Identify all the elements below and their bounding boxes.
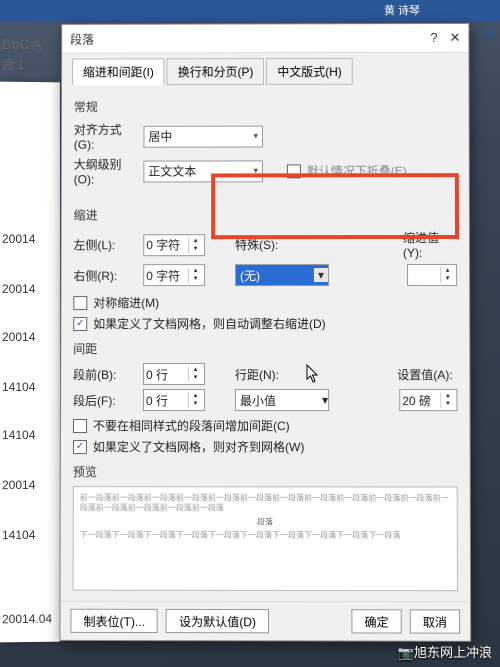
close-button[interactable]: ✕ [450,30,461,46]
tabs-button[interactable]: 制表位(T)... [70,609,158,633]
right-indent-input[interactable]: 0 字符 ▴▾ [143,264,205,286]
line-spacing-select[interactable]: 最小值▾ [235,389,329,411]
chevron-down-icon: ▾ [253,165,258,176]
alignment-label: 对齐方式(G): [74,121,138,152]
style-preview-label: 题 1 [2,56,24,73]
document-page: 20014 20014 20014 14104 14104 20014 1410… [0,82,60,643]
after-input[interactable]: 0 行 ▴▾ [143,389,205,411]
spinner-up-icon[interactable]: ▴ [440,267,454,275]
alignment-select[interactable]: 居中▾ [143,125,263,147]
set-value-input[interactable]: 20 磅 ▴▾ [399,389,457,411]
special-indent-select[interactable]: (无)▾ [235,264,329,286]
no-space-label: 不要在相同样式的段落间增加间距(C) [93,417,290,434]
preview-box: 前一段落前一段落前一段落前一段落前一段落前一段落前一段落前一段落前一段落前一段落… [73,486,458,591]
spinner-up-icon[interactable]: ▴ [188,392,202,400]
group-preview: 预览 [73,463,458,480]
tab-line-page[interactable]: 换行和分页(P) [167,58,265,85]
left-indent-input[interactable]: 0 字符 ▴▾ [143,234,205,256]
doc-text: 20014 [2,282,35,296]
cancel-button[interactable]: 取消 [410,609,460,633]
mouse-cursor-icon [306,364,320,384]
watermark: 📷旭东网上冲浪 [398,642,492,661]
set-default-button[interactable]: 设为默认值(D) [166,609,269,633]
auto-indent-checkbox[interactable] [73,317,87,331]
collapse-checkbox[interactable] [287,164,301,178]
tab-indent-spacing[interactable]: 缩进和间距(I) [72,58,165,85]
dialog-tabs: 缩进和间距(I) 换行和分页(P) 中文版式(H) [62,53,469,85]
dialog-title: 段落 [70,30,94,47]
group-indent: 缩进 [74,206,457,223]
dialog-body: 常规 对齐方式(G): 居中▾ 大纲级别(O): 正文文本▾ 默认情况下折叠(E… [61,84,471,598]
doc-text: 20014 [2,330,35,344]
doc-text: 20014 [2,232,35,246]
snap-grid-label: 如果定义了文档网格，则对齐到网格(W) [93,438,304,455]
spinner-down-icon[interactable]: ▾ [440,400,454,408]
doc-text: 14104 [2,528,35,542]
right-indent-label: 右侧(R): [73,267,137,284]
dialog-titlebar: 段落 ? ✕ [62,24,468,54]
group-general: 常规 [74,97,457,115]
spinner-down-icon[interactable]: ▾ [188,275,202,283]
doc-text: 20014.04 [2,612,52,627]
spinner-up-icon[interactable]: ▴ [440,392,454,400]
mirror-indent-label: 对称缩进(M) [93,294,159,311]
paragraph-dialog: 段落 ? ✕ 缩进和间距(I) 换行和分页(P) 中文版式(H) 常规 对齐方式… [59,23,471,642]
title-bar: 黄 诗琴 [0,0,500,22]
spinner-down-icon[interactable]: ▾ [188,374,202,382]
spinner-down-icon[interactable]: ▾ [188,400,202,408]
no-space-checkbox[interactable] [73,419,87,433]
dialog-footer: 制表位(T)... 设为默认值(D) 确定 取消 [60,601,470,641]
after-label: 段后(F): [73,391,137,408]
doc-text: 20014 [2,478,35,492]
doc-text: 14104 [2,380,35,394]
collapse-label: 默认情况下折叠(E) [307,162,407,179]
user-name: 黄 诗琴 [384,2,420,18]
group-spacing: 间距 [73,340,457,357]
chevron-down-icon: ▾ [254,131,259,142]
doc-text: 14104 [2,428,35,442]
auto-indent-label: 如果定义了文档网格，则自动调整右缩进(D) [93,315,325,332]
spinner-down-icon[interactable]: ▾ [440,275,454,283]
tab-asian[interactable]: 中文版式(H) [266,58,352,85]
special-label: 特殊(S): [235,236,295,253]
before-input[interactable]: 0 行 ▴▾ [143,363,205,385]
chevron-down-icon: ▾ [322,393,328,407]
indent-value-input[interactable]: ▴▾ [407,264,457,286]
indent-value-label: 缩进值(Y): [403,229,457,260]
mirror-indent-checkbox[interactable] [73,296,87,310]
outline-label: 大纲级别(O): [74,156,138,187]
ok-button[interactable]: 确定 [351,609,401,633]
before-label: 段前(B): [73,365,137,382]
spinner-up-icon[interactable]: ▴ [188,267,202,275]
left-indent-label: 左侧(L): [73,236,137,253]
snap-grid-checkbox[interactable] [73,440,87,454]
chevron-down-icon: ▾ [314,268,328,282]
spinner-down-icon[interactable]: ▾ [188,245,202,253]
outline-select[interactable]: 正文文本▾ [143,160,263,182]
style-preview: BbC A [2,36,42,52]
help-button[interactable]: ? [430,30,437,46]
camera-icon: 📷 [398,645,414,660]
line-spacing-label: 行距(N): [235,366,295,383]
spinner-up-icon[interactable]: ▴ [188,366,202,374]
set-value-label: 设置值(A): [397,366,457,383]
spinner-up-icon[interactable]: ▴ [188,237,202,245]
